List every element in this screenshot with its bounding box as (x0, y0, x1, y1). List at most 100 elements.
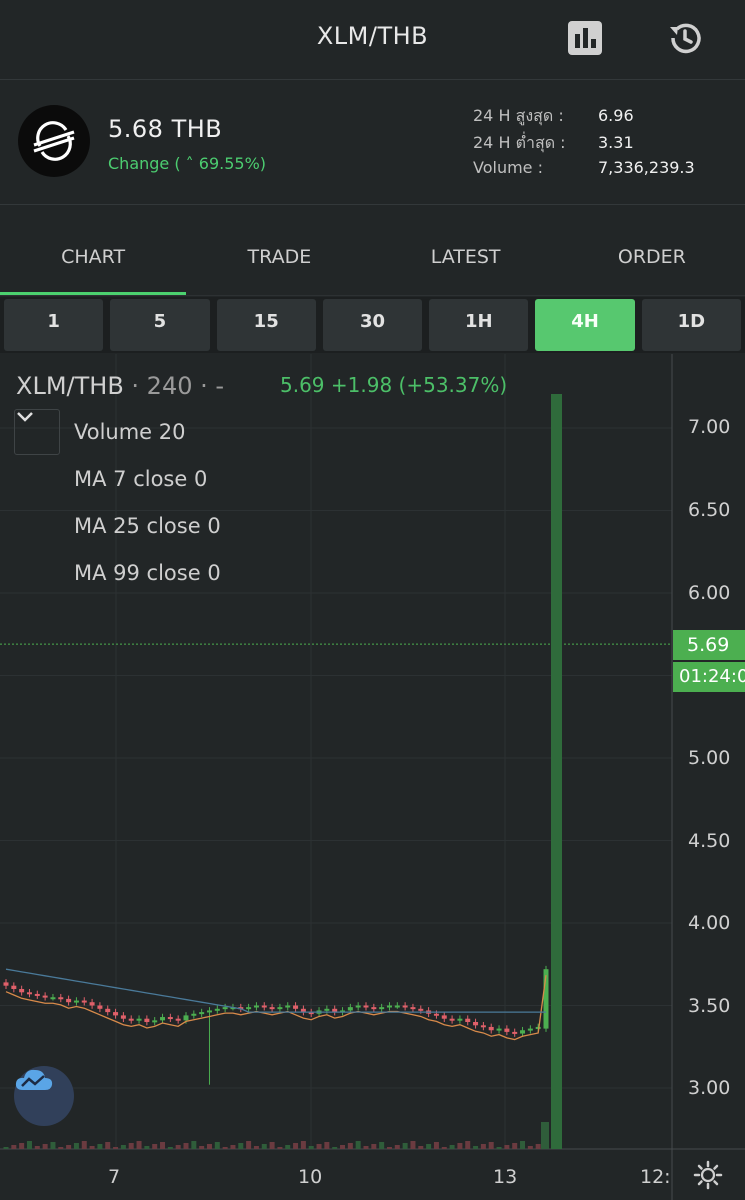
current-price-tag: 5.69 (673, 630, 745, 660)
volume-bar (300, 1141, 306, 1149)
candle-body (488, 1026, 494, 1031)
history-icon[interactable] (665, 18, 705, 58)
chart-last-change: 5.69 +1.98 (+53.37%) (280, 373, 508, 397)
volume-bar (66, 1145, 72, 1149)
interval-1-button[interactable]: 1 (4, 299, 104, 351)
volume-bar (465, 1141, 471, 1149)
candle-body (473, 1022, 479, 1026)
volume-bar (340, 1145, 346, 1149)
volume-bar (11, 1145, 17, 1149)
indicator-ma99[interactable]: MA 99 close 0 (74, 561, 221, 585)
tab-trade[interactable]: TRADE (186, 206, 372, 295)
candle-body (206, 1010, 212, 1013)
candle-body (58, 997, 64, 1000)
low-24h-label: 24 H ต่ำสุด : (473, 133, 566, 152)
interval-5-button[interactable]: 5 (110, 299, 210, 351)
volume-bar (238, 1143, 244, 1149)
interval-4h-button[interactable]: 4H (535, 299, 635, 351)
candle-body (363, 1005, 369, 1008)
tab-chart[interactable]: CHART (0, 206, 187, 295)
candle-body (457, 1018, 463, 1021)
candle-body (199, 1012, 205, 1015)
price-chart[interactable]: XLM/THB · 240 · - 5.69 +1.98 (+53.37%) V… (0, 354, 745, 1200)
volume-bar (512, 1143, 518, 1149)
candle-body (144, 1018, 150, 1022)
candle-body (355, 1005, 361, 1008)
volume-bar (214, 1142, 220, 1149)
pair-title: XLM/THB (316, 22, 429, 50)
volume-bar (175, 1145, 181, 1149)
volume-bar (433, 1142, 439, 1149)
volume-bar (402, 1143, 408, 1149)
candle-body (379, 1007, 385, 1010)
x-tick-label: 12: (640, 1166, 671, 1188)
candle-body (160, 1017, 166, 1021)
indicator-volume[interactable]: Volume 20 (74, 420, 186, 444)
volume-bar (222, 1147, 228, 1149)
chevron-down-icon (17, 412, 33, 422)
volume-bar (347, 1143, 353, 1149)
volume-bar (230, 1145, 236, 1149)
volume-bar (457, 1143, 463, 1149)
volume-bar (42, 1144, 48, 1149)
price-change: Change ( ˄ 69.55%) (108, 154, 267, 173)
candle-body (246, 1007, 252, 1010)
interval-1d-button[interactable]: 1D (641, 299, 741, 351)
candle-body (418, 1008, 424, 1011)
volume-bar (199, 1146, 205, 1149)
candle-body (183, 1015, 189, 1021)
volume-bar (97, 1144, 103, 1149)
volume-bar (58, 1147, 64, 1149)
volume-bar (308, 1146, 314, 1149)
legend-collapse-button[interactable] (14, 409, 60, 455)
candle-body (222, 1007, 228, 1010)
tab-latest[interactable]: LATEST (373, 206, 559, 295)
volume-bar (167, 1147, 173, 1149)
candle-body (26, 992, 32, 995)
volume-bar (160, 1142, 166, 1149)
interval-30-button[interactable]: 30 (322, 299, 423, 351)
volume-bar (136, 1141, 142, 1149)
high-24h-label: 24 H สูงสุด : (473, 106, 564, 125)
candle-body (191, 1013, 197, 1016)
volume-bar (316, 1144, 322, 1149)
candle-body (480, 1025, 486, 1028)
indicator-ma25[interactable]: MA 25 close 0 (74, 514, 221, 538)
volume-bar (277, 1147, 283, 1149)
volume-bar (19, 1143, 25, 1149)
interval-1h-button[interactable]: 1H (429, 299, 529, 351)
volume-bar (26, 1141, 32, 1149)
tab-order[interactable]: ORDER (559, 206, 745, 295)
y-tick-label: 4.00 (688, 912, 731, 934)
volume-bar (332, 1147, 338, 1149)
y-tick-label: 3.50 (688, 995, 731, 1017)
candle-body (214, 1008, 220, 1011)
x-tick-label: 13 (493, 1166, 518, 1188)
volume-bar (504, 1145, 510, 1149)
candle-body (19, 989, 25, 993)
tradingview-cloud-icon[interactable] (14, 1066, 74, 1126)
volume-bar (105, 1142, 111, 1149)
volume-bar (81, 1141, 87, 1149)
volume-bar (394, 1145, 400, 1149)
candle-body (120, 1015, 126, 1019)
volume-bar (496, 1147, 502, 1149)
candle-body (394, 1005, 400, 1008)
y-tick-label: 6.00 (688, 582, 731, 604)
low-24h-row: 24 H ต่ำสุด : 3.31 (473, 131, 634, 156)
settings-gear-icon[interactable] (693, 1160, 723, 1190)
candle-body (402, 1005, 408, 1008)
candle-body (175, 1018, 181, 1021)
volume-bar (410, 1141, 416, 1149)
indicator-ma7[interactable]: MA 7 close 0 (74, 467, 207, 491)
volume-label: Volume : (473, 158, 543, 177)
volume-bar (480, 1144, 486, 1149)
chart-dash: - (215, 372, 225, 400)
candle-body (512, 1031, 518, 1034)
candle-body (527, 1028, 533, 1031)
volume-bar (89, 1146, 95, 1149)
interval-15-button[interactable]: 15 (216, 299, 316, 351)
bar-chart-icon[interactable] (565, 18, 605, 58)
candle-body (324, 1008, 330, 1011)
x-tick-label: 10 (298, 1166, 323, 1188)
